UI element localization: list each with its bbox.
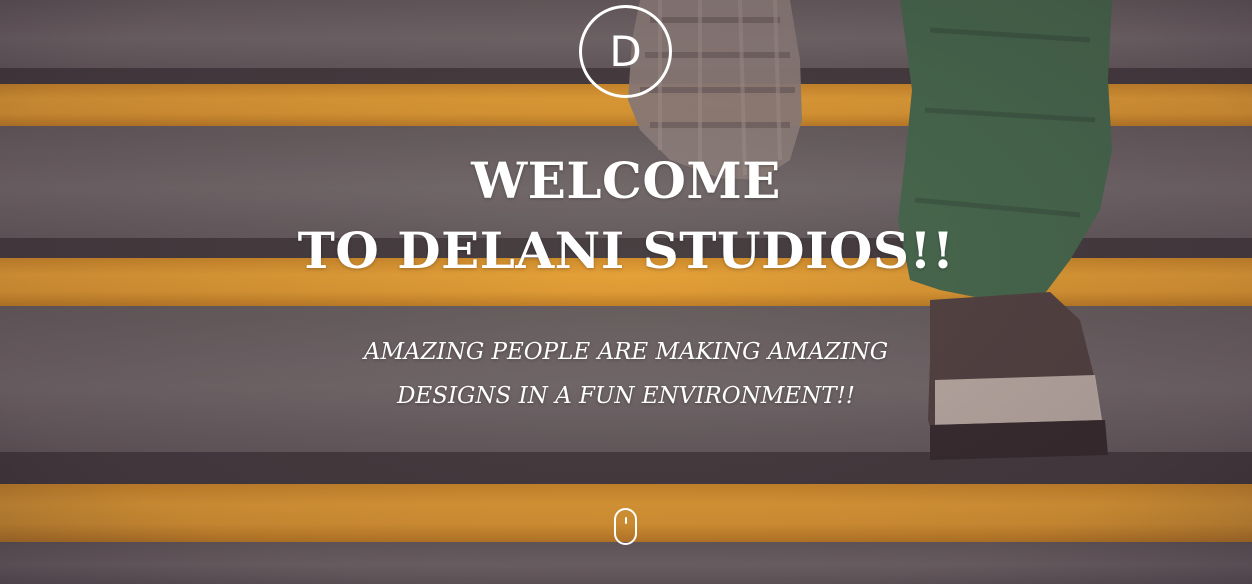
headline-line-2: TO DELANI STUDIOS!! [297,221,955,280]
scroll-wheel [625,517,627,524]
logo-letter: D [609,27,642,76]
scroll-down-mouse-icon[interactable] [614,508,637,545]
page-title: WELCOME TO DELANI STUDIOS!! [276,146,976,286]
tagline-line-1: AMAZING PEOPLE ARE MAKING AMAZING [363,339,889,365]
headline-line-1: WELCOME [471,151,781,210]
tagline-line-2: DESIGNS IN A FUN ENVIRONMENT!! [396,383,856,409]
tagline: AMAZING PEOPLE ARE MAKING AMAZING DESIGN… [326,330,926,418]
logo-icon[interactable]: D [579,5,672,98]
hero-section: D WELCOME TO DELANI STUDIOS!! AMAZING PE… [0,0,1252,584]
